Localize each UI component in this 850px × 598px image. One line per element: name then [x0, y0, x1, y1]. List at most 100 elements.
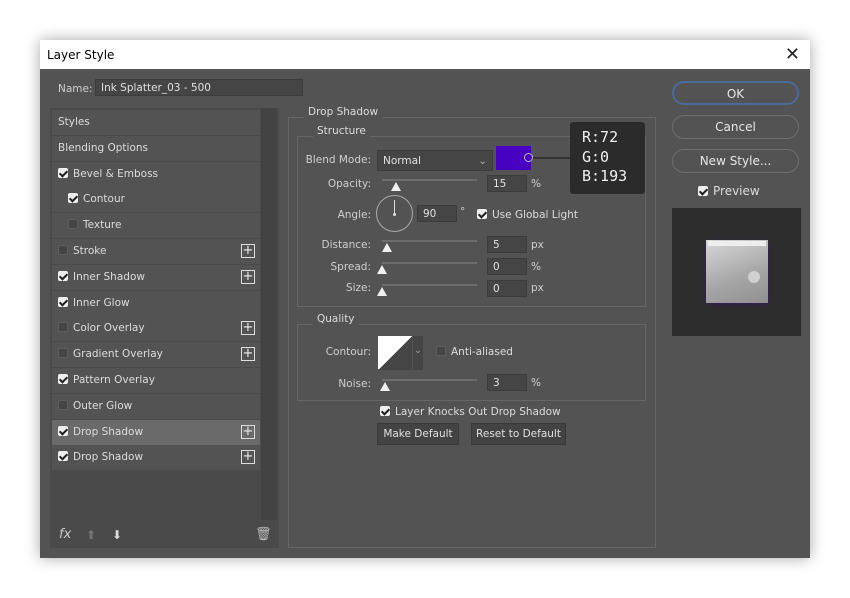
distance-slider-thumb[interactable] — [381, 243, 392, 252]
ok-button[interactable]: OK — [672, 81, 799, 105]
angle-input[interactable]: 90 — [417, 205, 457, 222]
angle-dial[interactable] — [376, 195, 413, 232]
add-effect-icon[interactable]: + — [241, 347, 255, 362]
size-slider-thumb[interactable] — [377, 287, 387, 296]
chevron-down-icon: ⌄ — [478, 155, 487, 167]
style-item-label: Gradient Overlay — [73, 348, 163, 361]
noise-input[interactable]: 3 — [487, 374, 527, 391]
checkbox-icon[interactable] — [58, 245, 68, 255]
style-item-contour[interactable]: Contour — [52, 187, 260, 213]
add-effect-icon[interactable]: + — [241, 244, 255, 258]
style-item-label: Color Overlay — [73, 322, 145, 335]
new-style-button[interactable]: New Style... — [672, 149, 799, 173]
checkbox-icon[interactable] — [58, 296, 68, 307]
spread-input[interactable]: 0 — [487, 258, 527, 275]
contour-preview[interactable] — [378, 336, 412, 370]
drop-shadow-title: Drop Shadow — [304, 106, 383, 118]
knockout-checkbox[interactable]: Layer Knocks Out Drop Shadow — [380, 406, 561, 418]
style-item-label: Outer Glow — [73, 399, 133, 412]
style-item-gradient-overlay[interactable]: Gradient Overlay + — [52, 342, 260, 368]
arrow-down-icon[interactable]: ⬇ — [112, 528, 122, 542]
style-item-color-overlay[interactable]: Color Overlay + — [52, 316, 260, 342]
add-effect-icon[interactable]: + — [241, 269, 255, 284]
styles-scrollbar[interactable] — [261, 108, 277, 520]
arrow-up-icon[interactable]: ⬆ — [86, 528, 96, 542]
style-item-inner-glow[interactable]: Inner Glow — [52, 290, 260, 316]
style-item-label: Contour — [83, 193, 125, 206]
add-effect-icon[interactable]: + — [241, 450, 255, 465]
checkbox-icon[interactable] — [58, 374, 68, 384]
style-item-label: Texture — [83, 219, 122, 232]
color-pointer-icon — [524, 153, 533, 162]
size-slider[interactable] — [382, 284, 477, 286]
noise-unit: % — [531, 377, 541, 389]
spread-slider[interactable] — [382, 262, 477, 264]
spread-slider-thumb[interactable] — [377, 265, 387, 274]
checkbox-icon[interactable] — [58, 451, 68, 462]
checkbox-icon[interactable] — [58, 322, 68, 333]
style-item-bevel-emboss[interactable]: Bevel & Emboss — [52, 161, 260, 187]
green-value: G:0 — [582, 147, 610, 166]
angle-label: Angle: — [337, 209, 371, 221]
noise-slider-thumb[interactable] — [379, 382, 390, 391]
blue-value: B:193 — [582, 167, 628, 185]
checkbox-icon — [477, 209, 487, 219]
trash-icon[interactable]: 🗑 — [255, 527, 272, 542]
use-global-light-label: Use Global Light — [492, 209, 578, 221]
make-default-button[interactable]: Make Default — [377, 423, 459, 445]
reset-to-default-button[interactable]: Reset to Default — [471, 423, 566, 445]
size-label: Size: — [345, 282, 371, 294]
style-item-label: Stroke — [73, 245, 107, 257]
style-item-blending-options[interactable]: Blending Options — [52, 135, 260, 161]
contour-label: Contour: — [325, 346, 371, 358]
style-item-label: Blending Options — [58, 141, 148, 154]
opacity-slider[interactable] — [382, 179, 477, 181]
checkbox-icon[interactable] — [58, 167, 68, 178]
spread-unit: % — [531, 261, 541, 273]
add-effect-icon[interactable]: + — [241, 424, 255, 439]
style-item-label: Inner Shadow — [73, 270, 145, 283]
color-value-tooltip: R:72 G:0 B:193 — [570, 122, 645, 194]
style-item-texture[interactable]: Texture — [52, 213, 260, 239]
style-item-drop-shadow[interactable]: Drop Shadow + — [52, 419, 260, 445]
checkbox-icon[interactable] — [58, 348, 68, 359]
preview-thumbnail — [672, 208, 801, 336]
style-item-inner-shadow[interactable]: Inner Shadow + — [52, 264, 260, 290]
style-item-label: Drop Shadow — [73, 451, 144, 464]
style-item-styles[interactable]: Styles — [52, 110, 260, 135]
contour-dropdown-chevron-icon[interactable]: ⌄ — [413, 336, 423, 370]
checkbox-icon[interactable] — [68, 219, 78, 230]
checkbox-icon[interactable] — [68, 193, 78, 204]
checkbox-icon[interactable] — [58, 399, 68, 410]
name-input[interactable]: Ink Splatter_03 - 500 — [95, 79, 303, 96]
size-input[interactable]: 0 — [487, 280, 527, 297]
red-value: R:72 — [582, 128, 619, 146]
distance-slider[interactable] — [382, 240, 477, 242]
preview-label: Preview — [713, 184, 760, 198]
preview-checkbox[interactable]: Preview — [698, 184, 760, 198]
fx-icon[interactable]: fx — [59, 527, 71, 542]
checkbox-icon[interactable] — [58, 270, 68, 281]
use-global-light-checkbox[interactable]: Use Global Light — [477, 209, 578, 221]
blend-mode-select[interactable]: Normal ⌄ — [377, 150, 493, 171]
opacity-input[interactable]: 15 — [487, 175, 527, 192]
opacity-unit: % — [531, 178, 541, 190]
opacity-slider-thumb[interactable] — [391, 182, 402, 191]
close-icon[interactable]: ✕ — [785, 44, 800, 65]
style-item-pattern-overlay[interactable]: Pattern Overlay — [52, 368, 260, 393]
style-item-stroke[interactable]: Stroke + — [52, 239, 260, 264]
distance-input[interactable]: 5 — [487, 236, 527, 253]
add-effect-icon[interactable]: + — [241, 321, 255, 336]
style-item-outer-glow[interactable]: Outer Glow — [52, 393, 260, 419]
style-item-drop-shadow[interactable]: Drop Shadow + — [52, 445, 260, 471]
noise-label: Noise: — [338, 378, 371, 390]
checkbox-icon — [436, 346, 446, 356]
cancel-button[interactable]: Cancel — [672, 115, 799, 139]
angle-unit: ° — [460, 206, 466, 218]
anti-aliased-checkbox[interactable]: Anti-aliased — [436, 346, 513, 358]
noise-slider[interactable] — [382, 379, 477, 381]
checkbox-icon[interactable] — [58, 425, 68, 436]
distance-label: Distance: — [321, 239, 371, 251]
callout-line — [533, 157, 570, 159]
style-item-label: Styles — [58, 116, 90, 128]
